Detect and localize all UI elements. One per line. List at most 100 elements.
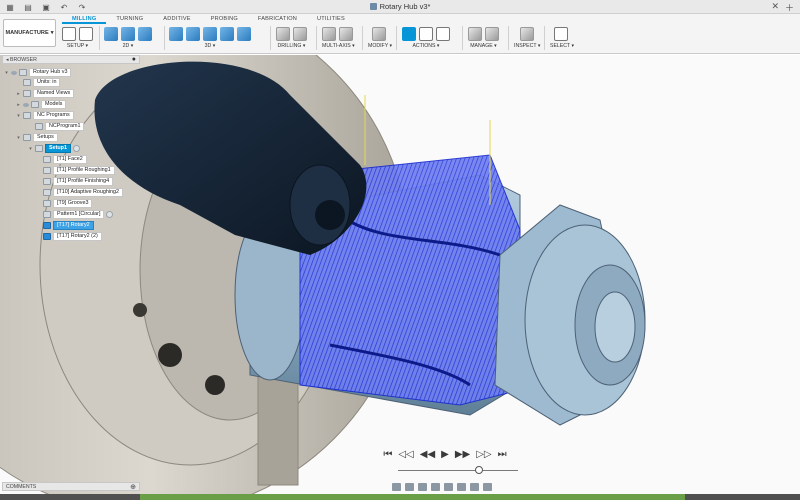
workspace-switcher[interactable]: MANUFACTURE ▾ bbox=[3, 19, 56, 47]
visibility-icon[interactable] bbox=[11, 70, 17, 75]
triangle-icon[interactable]: ▾ bbox=[16, 113, 21, 119]
tab-probing[interactable]: PROBING bbox=[201, 15, 248, 24]
multi-axis-group: MULTI-AXIS ▾ bbox=[322, 26, 355, 52]
folder-icon bbox=[23, 90, 31, 97]
display-settings-icon[interactable] bbox=[457, 482, 466, 491]
tree-item-operation[interactable]: [T1] Profile Finishing4 bbox=[36, 177, 114, 186]
add-comment-icon[interactable]: ⊕ bbox=[130, 483, 136, 491]
triangle-icon[interactable]: ▾ bbox=[28, 146, 33, 152]
tree-item-models[interactable]: ▸ Models bbox=[16, 100, 67, 109]
tree-item-operation[interactable]: [T10] Adaptive Roughing2 bbox=[36, 188, 124, 197]
scissors-icon[interactable] bbox=[372, 27, 386, 41]
post-process-icon[interactable] bbox=[419, 27, 433, 41]
2d-menu-button[interactable]: 2D ▾ bbox=[104, 43, 152, 49]
visibility-icon[interactable] bbox=[23, 102, 29, 107]
manage-group: MANAGE ▾ bbox=[468, 26, 499, 52]
tree-item-named-views[interactable]: ▸ Named Views bbox=[16, 89, 75, 98]
tree-label: Setup1 bbox=[45, 144, 71, 153]
triangle-icon[interactable]: ▾ bbox=[16, 135, 21, 141]
triangle-icon[interactable]: ▸ bbox=[16, 102, 21, 108]
close-tab-icon[interactable]: ✕ bbox=[771, 1, 779, 14]
tree-item-ncprogram1[interactable]: NCProgram1 bbox=[28, 122, 85, 131]
tree-item-operation-selected[interactable]: [T17] Rotary2 bbox=[36, 221, 94, 230]
simulation-slider-track[interactable] bbox=[398, 470, 518, 471]
fit-icon[interactable] bbox=[444, 482, 453, 491]
2d-adaptive-icon[interactable] bbox=[104, 27, 118, 41]
tree-item-nc-programs[interactable]: ▾ NC Programs bbox=[16, 111, 74, 120]
target-icon[interactable] bbox=[72, 145, 80, 152]
comments-panel[interactable]: COMMENTS ⊕ bbox=[2, 482, 140, 491]
bore-icon[interactable] bbox=[293, 27, 307, 41]
grid-settings-icon[interactable] bbox=[470, 482, 479, 491]
orbit-icon[interactable] bbox=[392, 482, 401, 491]
toolbar-ribbon: MANUFACTURE ▾ MILLING TURNING ADDITIVE P… bbox=[0, 14, 800, 54]
go-to-start-icon[interactable]: ⏮ bbox=[383, 449, 392, 460]
zoom-icon[interactable] bbox=[431, 482, 440, 491]
next-operation-icon[interactable]: ▷▷ bbox=[476, 449, 491, 460]
tree-item-operation[interactable]: [T1] Profile Roughing1 bbox=[36, 166, 115, 175]
viewports-icon[interactable] bbox=[483, 482, 492, 491]
swarf-icon[interactable] bbox=[322, 27, 336, 41]
folder-icon[interactable] bbox=[62, 27, 76, 41]
rotary-icon[interactable] bbox=[339, 27, 353, 41]
simulation-slider-knob[interactable] bbox=[475, 466, 483, 474]
pan-icon[interactable] bbox=[418, 482, 427, 491]
tab-fabrication[interactable]: FABRICATION bbox=[248, 15, 307, 24]
multi-axis-menu-button[interactable]: MULTI-AXIS ▾ bbox=[322, 43, 355, 49]
chuck-bolt-hole bbox=[158, 343, 182, 367]
drill-icon[interactable] bbox=[276, 27, 290, 41]
triangle-icon[interactable]: ▾ bbox=[4, 70, 9, 76]
select-menu-button[interactable]: SELECT ▾ bbox=[550, 43, 574, 49]
tree-item-operation[interactable]: [T9] Groove3 bbox=[36, 199, 93, 208]
browser-header[interactable]: ◂ BROWSER ● bbox=[2, 55, 140, 64]
tree-item-operation[interactable]: [T17] Rotary2 (2) bbox=[36, 232, 102, 241]
setup-menu-button[interactable]: SETUP ▾ bbox=[62, 43, 93, 49]
tree-label: Rotary Hub v3 bbox=[29, 68, 72, 77]
tab-utilities[interactable]: UTILITIES bbox=[307, 15, 355, 24]
actions-menu-button[interactable]: ACTIONS ▾ bbox=[402, 43, 450, 49]
2d-pocket-icon[interactable] bbox=[121, 27, 135, 41]
go-to-end-icon[interactable]: ⏭ bbox=[498, 449, 507, 460]
tool-library-icon[interactable] bbox=[468, 27, 482, 41]
play-icon[interactable]: ▶ bbox=[441, 449, 449, 460]
pocket-clearing-icon[interactable] bbox=[186, 27, 200, 41]
previous-operation-icon[interactable]: ◁◁ bbox=[398, 449, 413, 460]
simulate-icon[interactable] bbox=[402, 27, 416, 41]
folder-icon bbox=[31, 101, 39, 108]
tab-milling[interactable]: MILLING bbox=[62, 15, 107, 24]
adaptive-operation-icon bbox=[43, 189, 51, 196]
new-setup-icon[interactable] bbox=[79, 27, 93, 41]
tree-item-setup1[interactable]: ▾ Setup1 bbox=[28, 144, 80, 153]
tree-root[interactable]: ▾ Rotary Hub v3 bbox=[4, 68, 72, 77]
face-icon[interactable] bbox=[138, 27, 152, 41]
look-at-icon[interactable] bbox=[405, 482, 414, 491]
info-icon[interactable] bbox=[106, 211, 114, 218]
timeline-strip bbox=[0, 494, 800, 500]
steep-shallow-icon[interactable] bbox=[203, 27, 217, 41]
window-select-icon[interactable] bbox=[554, 27, 568, 41]
measure-icon[interactable] bbox=[520, 27, 534, 41]
inspect-group: INSPECT ▾ bbox=[514, 26, 540, 52]
template-library-icon[interactable] bbox=[485, 27, 499, 41]
tree-item-setups[interactable]: ▾ Setups bbox=[16, 133, 58, 142]
inspect-menu-button[interactable]: INSPECT ▾ bbox=[514, 43, 540, 49]
tree-item-pattern[interactable]: Pattern1 [Circular] bbox=[36, 210, 114, 219]
step-back-icon[interactable]: ◀◀ bbox=[420, 449, 435, 460]
triangle-icon[interactable]: ▸ bbox=[16, 91, 21, 97]
setup-sheet-icon[interactable] bbox=[436, 27, 450, 41]
new-tab-icon[interactable]: ＋ bbox=[785, 1, 794, 14]
manage-menu-button[interactable]: MANAGE ▾ bbox=[468, 43, 499, 49]
contour-icon[interactable] bbox=[237, 27, 251, 41]
tab-additive[interactable]: ADDITIVE bbox=[153, 15, 200, 24]
3d-menu-button[interactable]: 3D ▾ bbox=[169, 43, 251, 49]
pin-icon[interactable]: ● bbox=[132, 56, 136, 63]
scallop-icon[interactable] bbox=[220, 27, 234, 41]
modify-menu-button[interactable]: MODIFY ▾ bbox=[368, 43, 392, 49]
tree-item-operation[interactable]: [T1] Face2 bbox=[36, 155, 87, 164]
tab-turning[interactable]: TURNING bbox=[106, 15, 153, 24]
tree-item-units[interactable]: Units: in bbox=[16, 78, 61, 87]
step-forward-icon[interactable]: ▶▶ bbox=[455, 449, 470, 460]
tree-label: Units: in bbox=[33, 78, 61, 87]
adaptive-clearing-icon[interactable] bbox=[169, 27, 183, 41]
drilling-menu-button[interactable]: DRILLING ▾ bbox=[276, 43, 307, 49]
